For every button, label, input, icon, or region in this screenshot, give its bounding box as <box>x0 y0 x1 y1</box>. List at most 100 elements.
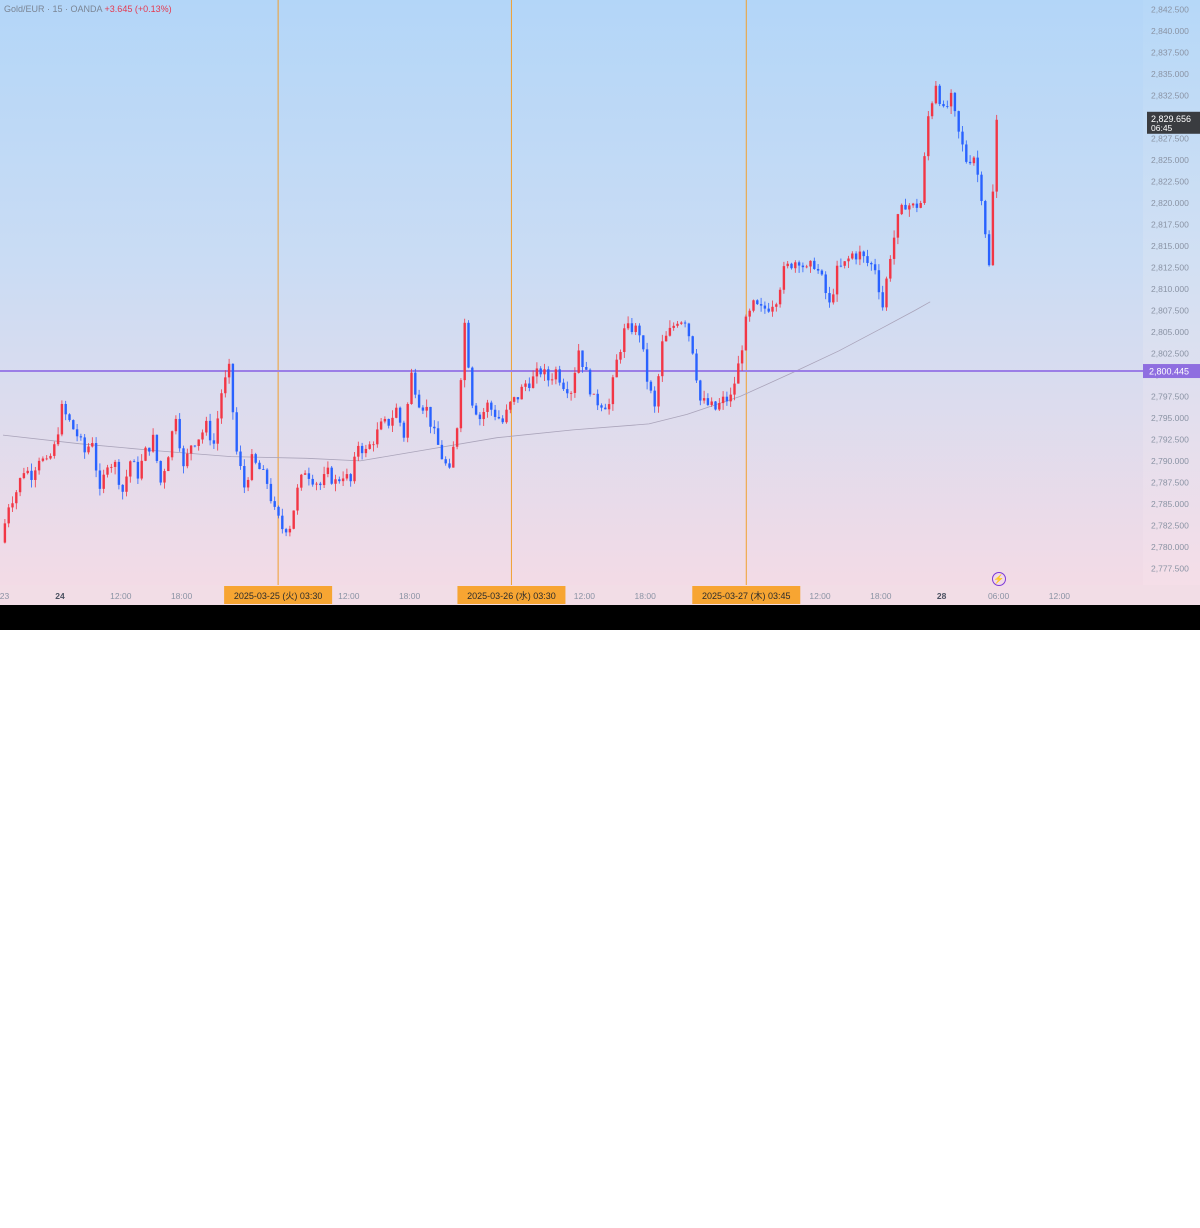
time-tick-label: 23 <box>0 591 10 601</box>
candle-body <box>816 268 820 271</box>
candle-body <box>984 201 987 235</box>
candle-body <box>946 106 949 107</box>
candle-body <box>284 529 288 533</box>
candle-body <box>801 265 805 268</box>
candle-body <box>630 323 634 333</box>
candle-body <box>543 369 546 375</box>
candle-body <box>680 322 683 324</box>
candle-body <box>482 411 485 420</box>
candle-body <box>452 446 455 468</box>
candle-body <box>927 116 930 157</box>
candle-body <box>968 161 972 164</box>
logo-mark: 17 <box>2 1217 14 1228</box>
candle-body <box>167 457 170 472</box>
candle-body <box>129 461 132 477</box>
candle-body <box>911 203 915 206</box>
vertical-marker-label: 2025-03-27 (木) 03:45 <box>702 590 791 601</box>
symbol-legend[interactable]: Gold/EUR · 15 · OANDA +3.645 (+0.13%) <box>4 4 172 14</box>
candle-body <box>64 403 67 415</box>
candle-body <box>805 266 808 268</box>
candle-body <box>763 305 767 309</box>
candle-body <box>991 191 995 266</box>
candle-body <box>79 436 83 438</box>
vertical-marker-label: 2025-03-26 (水) 03:30 <box>467 590 556 601</box>
time-tick-label: 12:00 <box>1049 591 1071 601</box>
candle-body <box>915 203 919 208</box>
candle-body <box>155 434 159 461</box>
candle-body <box>828 293 831 303</box>
symbol-label: Gold/EUR · 15 · OANDA <box>4 4 103 14</box>
candle-body <box>151 434 155 452</box>
candle-body <box>201 432 204 440</box>
candle-body <box>414 372 417 395</box>
candle-body <box>170 431 174 458</box>
candle-body <box>231 363 235 413</box>
candle-body <box>995 119 998 192</box>
candle-body <box>493 409 497 417</box>
candle-body <box>315 483 318 485</box>
candle-body <box>474 405 478 415</box>
price-tick-label: 2,817.500 <box>1151 219 1189 229</box>
candle-body <box>144 447 147 461</box>
candle-body <box>330 467 333 484</box>
tradingview-logo[interactable]: 17 TradingView <box>2 1217 71 1228</box>
candle-body <box>691 336 694 354</box>
price-tick-label: 2,795.000 <box>1151 413 1189 423</box>
candle-body <box>262 469 265 470</box>
candle-body <box>676 323 679 326</box>
lightning-icon[interactable]: ⚡ <box>992 572 1006 586</box>
candle-body <box>778 289 782 305</box>
price-tick-label: 2,785.000 <box>1151 499 1189 509</box>
candle-body <box>224 377 227 394</box>
candle-body <box>896 214 900 238</box>
candle-body <box>672 325 675 328</box>
candle-body <box>505 409 508 423</box>
candle-body <box>839 265 843 267</box>
candle-body <box>976 157 979 175</box>
candle-body <box>980 174 983 202</box>
candle-body <box>433 426 436 429</box>
candle-body <box>322 474 326 486</box>
candle-body <box>478 414 482 420</box>
candle-body <box>938 85 941 104</box>
price-axis[interactable]: 2,842.500 2,840.000 2,837.500 2,835.000 2,83… <box>1143 0 1200 585</box>
candle-body <box>904 204 907 210</box>
candle-body <box>15 492 18 504</box>
candle-body <box>360 445 364 454</box>
candle-body <box>581 350 584 368</box>
candle-body <box>573 372 577 393</box>
candle-body <box>767 308 770 312</box>
price-tick-label: 2,782.500 <box>1151 520 1189 530</box>
candle-body <box>725 396 729 402</box>
candle-body <box>820 270 824 275</box>
candle-body <box>664 335 668 342</box>
candle-body <box>49 455 52 459</box>
candle-body <box>843 261 846 266</box>
candle-body <box>7 507 10 524</box>
candle-body <box>497 416 501 419</box>
candle-body <box>174 418 178 432</box>
candle-body <box>539 368 542 375</box>
time-tick-label: 12:00 <box>338 591 360 601</box>
time-tick-label: 12:00 <box>574 591 596 601</box>
candle-body <box>429 406 432 427</box>
candle-body <box>699 380 702 401</box>
candle-body <box>178 418 181 449</box>
time-axis[interactable]: 232412:0018:0006:0012:0018:0006:0012:001… <box>0 585 1200 605</box>
candle-body <box>455 428 459 447</box>
candle-body <box>269 483 273 502</box>
price-tick-label: 2,825.000 <box>1151 155 1189 165</box>
candle-body <box>714 401 717 410</box>
candle-body <box>657 376 660 407</box>
candle-body <box>668 327 672 336</box>
candle-body <box>368 444 371 449</box>
candle-body <box>873 264 877 271</box>
candle-body <box>942 103 945 107</box>
price-tick-label: 2,780.000 <box>1151 542 1189 552</box>
candle-body <box>923 156 926 204</box>
candle-body <box>600 405 603 408</box>
candle-body <box>98 470 102 489</box>
candle-body <box>851 253 854 259</box>
price-tick-label: 2,835.000 <box>1151 69 1189 79</box>
chart-plot-area[interactable] <box>0 0 1143 585</box>
